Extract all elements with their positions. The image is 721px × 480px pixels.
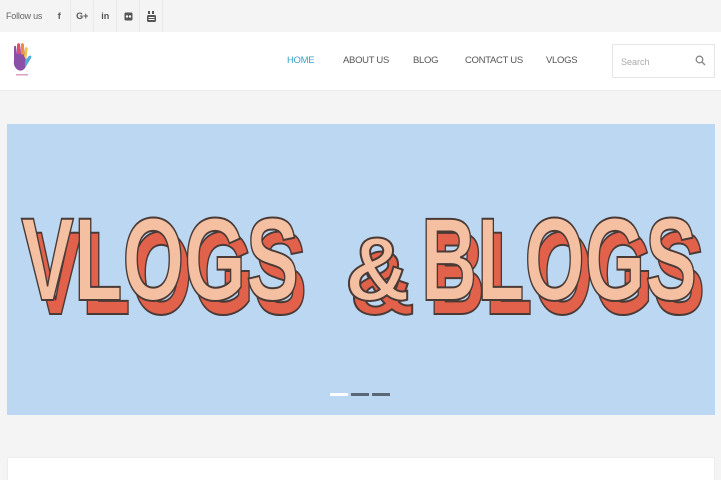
youtube-link[interactable] bbox=[140, 0, 164, 32]
flickr-icon bbox=[124, 12, 133, 20]
nav-contact-us[interactable]: CONTACT US bbox=[465, 55, 523, 66]
google-plus-icon: G+ bbox=[76, 11, 89, 21]
search-icon[interactable] bbox=[695, 55, 706, 66]
nav-home[interactable]: HOME bbox=[287, 55, 315, 66]
headline-blogs: BLOGS bbox=[421, 194, 697, 326]
facebook-link[interactable]: f bbox=[48, 0, 72, 32]
follow-us-label: Follow us bbox=[6, 11, 43, 21]
slider-dot-1[interactable] bbox=[330, 393, 348, 396]
vlogs-blogs-banner: VLOGS & BLOGS VLOGS & BLOGS bbox=[20, 193, 706, 341]
hero-slider[interactable]: VLOGS & BLOGS VLOGS & BLOGS bbox=[7, 124, 715, 415]
nav-blog[interactable]: BLOG bbox=[413, 55, 439, 66]
slider-dot-2[interactable] bbox=[351, 393, 369, 396]
youtube-icon bbox=[146, 10, 156, 22]
content-card bbox=[7, 457, 715, 480]
linkedin-link[interactable]: in bbox=[94, 0, 118, 32]
headline-vlogs: VLOGS bbox=[21, 194, 299, 326]
social-bar: Follow us f G+ in bbox=[0, 0, 721, 32]
facebook-icon: f bbox=[57, 11, 61, 21]
nav-vlogs[interactable]: VLOGS bbox=[546, 55, 578, 66]
nav-about-us[interactable]: ABOUT US bbox=[343, 55, 389, 66]
flickr-link[interactable] bbox=[117, 0, 141, 32]
linkedin-icon: in bbox=[101, 11, 110, 21]
search-input[interactable] bbox=[621, 54, 691, 70]
search-box bbox=[612, 44, 715, 78]
google-plus-link[interactable]: G+ bbox=[71, 0, 95, 32]
site-header: HOME ABOUT US BLOG CONTACT US VLOGS bbox=[0, 32, 721, 91]
slider-dot-3[interactable] bbox=[372, 393, 390, 396]
headline-amp: & bbox=[345, 220, 410, 320]
slider-pagination bbox=[330, 393, 390, 396]
